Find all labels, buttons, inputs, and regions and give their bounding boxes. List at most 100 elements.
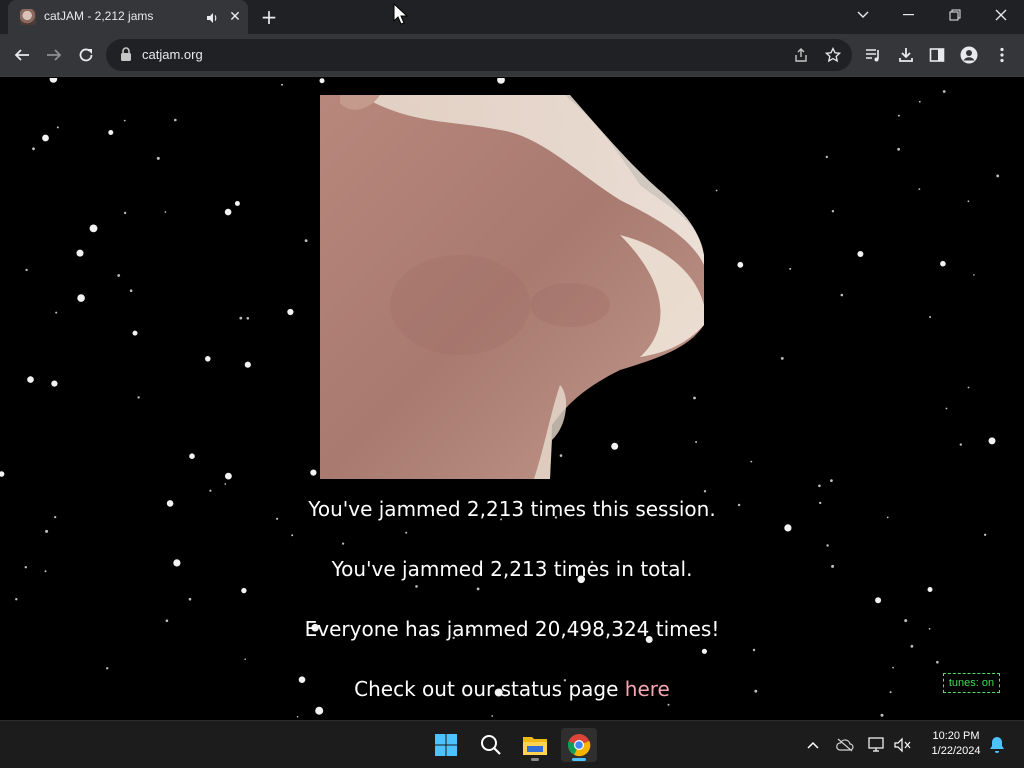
- star: [897, 114, 900, 117]
- clock-time: 10:20 PM: [932, 730, 980, 742]
- star: [942, 90, 946, 93]
- star: [929, 316, 932, 318]
- star: [497, 78, 505, 84]
- star: [825, 155, 828, 159]
- media-queue-icon[interactable]: [859, 40, 889, 70]
- share-icon[interactable]: [791, 45, 811, 65]
- lock-icon[interactable]: [120, 47, 134, 63]
- star: [225, 472, 232, 480]
- star: [296, 715, 299, 718]
- back-arrow-icon[interactable]: [7, 40, 37, 70]
- notification-bell-icon[interactable]: [987, 735, 1007, 755]
- star: [244, 658, 246, 661]
- star: [936, 660, 939, 664]
- close-icon[interactable]: ✕: [226, 8, 244, 26]
- cloud-off-icon[interactable]: [835, 735, 855, 755]
- profile-icon[interactable]: [954, 40, 984, 70]
- taskbar-active-indicator: [572, 758, 586, 761]
- star: [0, 471, 5, 477]
- star: [826, 544, 829, 547]
- star: [897, 147, 900, 151]
- star: [880, 713, 884, 717]
- restore-icon[interactable]: [932, 0, 978, 30]
- menu-dots-icon[interactable]: [987, 40, 1017, 70]
- star: [45, 529, 49, 533]
- star: [209, 489, 212, 492]
- star: [967, 200, 970, 203]
- chrome-icon[interactable]: [561, 728, 597, 762]
- star: [106, 667, 109, 670]
- star: [56, 126, 59, 129]
- star: [750, 460, 753, 463]
- star: [132, 330, 138, 336]
- star: [117, 274, 121, 277]
- tunes-toggle[interactable]: tunes: on: [943, 673, 1000, 693]
- star: [715, 189, 718, 192]
- star: [287, 308, 294, 316]
- mouse-cursor-icon: [393, 2, 409, 25]
- system-clock[interactable]: 10:20 PM 1/22/2024: [916, 729, 996, 759]
- clock-date: 1/22/2024: [931, 745, 981, 757]
- plus-icon[interactable]: +: [258, 6, 280, 28]
- star: [892, 666, 894, 669]
- window-close-icon[interactable]: [978, 0, 1024, 30]
- star: [857, 251, 864, 257]
- star: [188, 597, 192, 601]
- star: [703, 490, 707, 493]
- chevron-up-icon[interactable]: [803, 735, 823, 755]
- reload-icon[interactable]: [71, 40, 101, 70]
- star: [304, 239, 308, 243]
- status-page-line: Check out our status page here: [0, 677, 1024, 701]
- star: [737, 261, 744, 268]
- star-icon[interactable]: [823, 45, 843, 65]
- star: [667, 703, 670, 706]
- star: [940, 260, 946, 267]
- star: [927, 587, 933, 592]
- download-icon[interactable]: [891, 40, 921, 70]
- browser-tab[interactable]: catJAM - 2,212 jams ✕: [8, 0, 248, 34]
- star: [25, 268, 28, 272]
- star: [983, 533, 987, 536]
- star: [27, 376, 34, 383]
- star: [239, 316, 243, 320]
- star: [701, 648, 708, 654]
- star: [967, 386, 970, 389]
- url-text[interactable]: catjam.org: [142, 47, 203, 62]
- star: [123, 119, 126, 122]
- star: [224, 483, 227, 485]
- forward-arrow-icon[interactable]: [39, 40, 69, 70]
- status-page-link[interactable]: here: [625, 677, 670, 701]
- volume-muted-icon[interactable]: [893, 735, 913, 755]
- star: [55, 311, 58, 314]
- star: [491, 715, 494, 717]
- star: [234, 201, 240, 206]
- file-explorer-icon[interactable]: [517, 728, 553, 762]
- star: [752, 648, 756, 652]
- session-jam-count: You've jammed 2,213 times this session.: [308, 497, 716, 521]
- network-icon[interactable]: [867, 735, 887, 755]
- windows-start-icon[interactable]: [428, 728, 464, 762]
- star: [244, 361, 251, 368]
- status-page-prefix: Check out our status page: [354, 677, 625, 701]
- page-content: You've jammed 2,213 times this session. …: [0, 78, 1024, 720]
- star: [291, 534, 294, 537]
- address-bar[interactable]: catjam.org: [106, 39, 852, 71]
- star: [840, 293, 844, 297]
- star: [246, 317, 250, 320]
- star: [49, 78, 58, 83]
- cat-image: [320, 95, 704, 479]
- star: [319, 78, 325, 84]
- star: [415, 585, 418, 588]
- star: [973, 274, 975, 276]
- chevron-down-icon[interactable]: [840, 0, 886, 30]
- search-icon[interactable]: [473, 728, 509, 762]
- star: [342, 542, 345, 545]
- star: [831, 210, 835, 213]
- minimize-icon[interactable]: [886, 0, 932, 30]
- star: [830, 479, 833, 482]
- tab-strip: catJAM - 2,212 jams ✕ +: [0, 0, 1024, 34]
- side-panel-icon[interactable]: [922, 40, 952, 70]
- speaker-icon[interactable]: [205, 10, 219, 24]
- star: [129, 289, 133, 292]
- star: [32, 147, 35, 151]
